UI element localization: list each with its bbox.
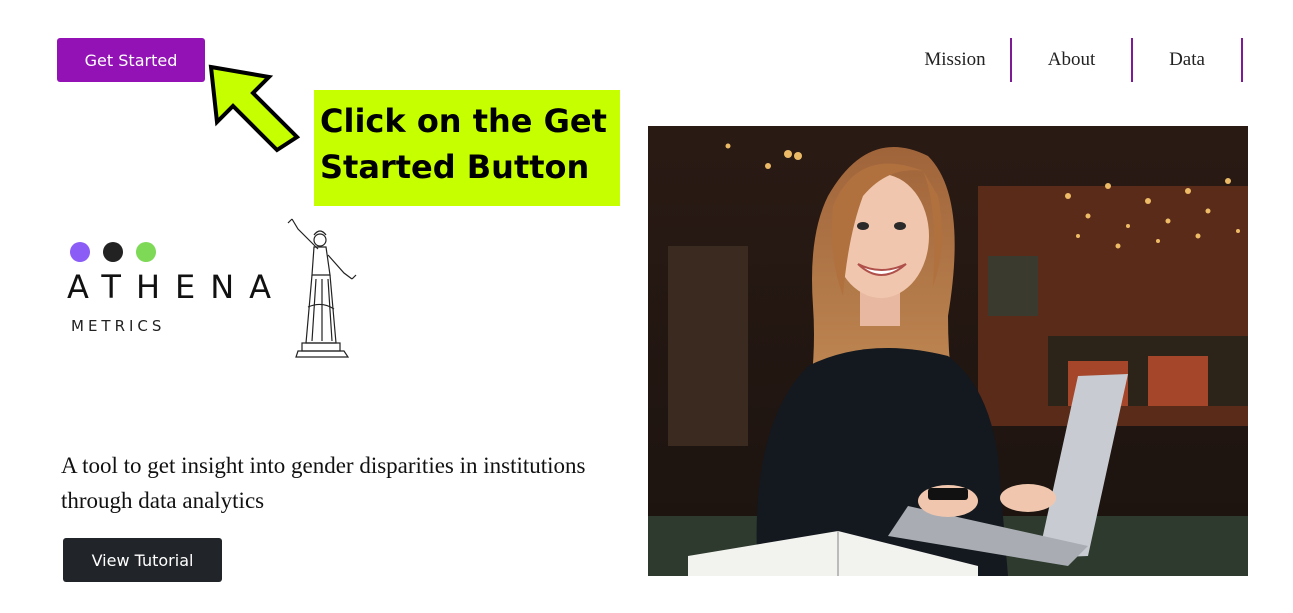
nav-mission[interactable]: Mission <box>890 38 1012 82</box>
logo-dot-green <box>136 242 156 262</box>
athena-statue-icon <box>287 218 357 358</box>
logo-dots <box>70 242 156 262</box>
tagline: A tool to get insight into gender dispar… <box>61 453 586 513</box>
logo-dot-purple <box>70 242 90 262</box>
nav-about[interactable]: About <box>1012 38 1133 82</box>
view-tutorial-button[interactable]: View Tutorial <box>63 538 222 582</box>
callout-line-2: Started Button <box>320 148 590 186</box>
logo-subtitle: METRICS <box>71 317 166 335</box>
hero-photo-woman-with-laptop <box>648 126 1248 576</box>
athena-metrics-logo: ATHENA METRICS <box>60 215 370 365</box>
top-nav: Mission About Data <box>890 38 1243 82</box>
nav-data[interactable]: Data <box>1133 38 1243 82</box>
get-started-button[interactable]: Get Started <box>57 38 205 82</box>
logo-wordmark: ATHENA <box>67 268 287 306</box>
callout-line-1: Click on the Get <box>320 102 607 140</box>
arrow-up-left-icon <box>208 64 301 153</box>
logo-dot-black <box>103 242 123 262</box>
instruction-callout: Click on the Get Started Button <box>314 90 620 206</box>
